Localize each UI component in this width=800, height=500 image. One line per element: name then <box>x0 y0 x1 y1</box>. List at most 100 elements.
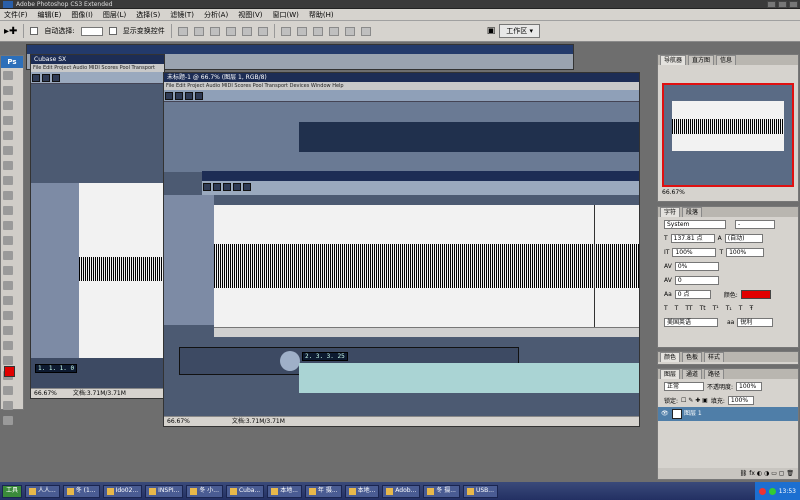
distribute-left-icon[interactable] <box>328 26 339 36</box>
doc-back-zoom[interactable]: 66.67% <box>34 390 57 397</box>
kerning-field[interactable]: 0 <box>674 275 719 285</box>
vscale-field[interactable]: 100% <box>672 247 717 257</box>
type-tool-icon[interactable] <box>3 296 13 305</box>
adjust-icon[interactable]: ◑ <box>764 470 769 477</box>
navigator-zoom[interactable]: 66.67% <box>658 187 798 198</box>
strikethrough-icon[interactable]: Ŧ <box>749 305 753 312</box>
faux-bold-icon[interactable]: T <box>664 305 668 312</box>
menu-help[interactable]: 帮助(H) <box>309 10 334 20</box>
path-select-icon[interactable] <box>3 311 13 320</box>
blend-mode-select[interactable]: 正常 <box>664 381 704 391</box>
taskbar-item[interactable]: 冬 (1... <box>62 484 100 498</box>
zoom-tool-icon[interactable] <box>3 386 13 395</box>
jog-wheel[interactable] <box>280 351 300 371</box>
menu-image[interactable]: 图像(I) <box>71 10 93 20</box>
taskbar-item[interactable]: USB... <box>462 484 498 498</box>
healing-brush-icon[interactable] <box>3 161 13 170</box>
trash-icon[interactable]: 🗑 <box>786 470 794 477</box>
new-layer-icon[interactable]: ▢ <box>779 470 785 477</box>
3d-orbit-icon[interactable] <box>3 416 13 425</box>
font-size-field[interactable]: 137.81 点 <box>670 233 715 243</box>
slice-tool-icon[interactable] <box>3 146 13 155</box>
menu-filter[interactable]: 滤镜(T) <box>170 10 194 20</box>
tray-icon[interactable] <box>758 487 766 495</box>
antialias-select[interactable]: 锐利 <box>737 317 774 327</box>
baseline-field[interactable]: 0 点 <box>674 289 711 299</box>
taskbar-item[interactable]: Adob... <box>382 484 421 498</box>
distribute-middle-icon[interactable] <box>296 26 307 36</box>
tool-btn-icon[interactable] <box>42 74 50 82</box>
font-style-select[interactable]: - <box>735 219 775 229</box>
taskbar-item[interactable]: 本地... <box>267 484 302 498</box>
move-tool-icon[interactable] <box>3 71 13 80</box>
fx-icon[interactable]: fx <box>749 470 755 477</box>
doc-window-back[interactable]: Cubase SX File Edit Project Audio MIDI S… <box>30 54 165 399</box>
menu-window[interactable]: 窗口(W) <box>272 10 298 20</box>
tool-btn-icon[interactable] <box>175 92 183 100</box>
distribute-bottom-icon[interactable] <box>312 26 323 36</box>
tool-btn-icon[interactable] <box>223 183 231 191</box>
marquee-tool-icon[interactable] <box>3 86 13 95</box>
tab-character[interactable]: 字符 <box>660 207 681 217</box>
brush-tool-icon[interactable] <box>3 176 13 185</box>
taskbar-item[interactable]: Ido02... <box>102 484 143 498</box>
align-center-icon[interactable] <box>241 26 252 36</box>
distribute-top-icon[interactable] <box>280 26 291 36</box>
tab-info[interactable]: 信息 <box>716 55 737 65</box>
menu-file[interactable]: 文件(F) <box>4 10 28 20</box>
doc-window-front[interactable]: 未标题-1 @ 66.7% (图层 1, RGB/8) File Edit Pr… <box>163 72 640 427</box>
taskbar-item[interactable]: 本地... <box>344 484 380 498</box>
hscale-field[interactable]: 100% <box>726 247 765 257</box>
close-button[interactable] <box>789 1 798 8</box>
font-family-select[interactable]: System <box>664 219 726 229</box>
faux-italic-icon[interactable]: T <box>675 305 679 312</box>
clone-stamp-icon[interactable] <box>3 191 13 200</box>
workspace-button[interactable]: 工作区 ▾ <box>499 24 540 38</box>
taskbar-item[interactable]: 年 摄... <box>304 484 342 498</box>
dodge-tool-icon[interactable] <box>3 266 13 275</box>
move-tool-icon[interactable]: ▸✚ <box>4 26 17 37</box>
pen-tool-icon[interactable] <box>3 281 13 290</box>
lasso-tool-icon[interactable] <box>3 101 13 110</box>
menu-layer[interactable]: 图层(L) <box>103 10 126 20</box>
distribute-right-icon[interactable] <box>360 26 371 36</box>
opacity-field[interactable]: 100% <box>736 381 763 391</box>
gradient-tool-icon[interactable] <box>3 236 13 245</box>
foreground-color-swatch[interactable] <box>4 366 15 377</box>
taskbar-item[interactable]: 冬 小... <box>186 484 223 498</box>
taskbar-item[interactable]: INSPI... <box>145 484 184 498</box>
shape-tool-icon[interactable] <box>3 326 13 335</box>
language-select[interactable]: 美国英语 <box>664 317 718 327</box>
tab-swatches[interactable]: 色板 <box>682 352 703 362</box>
menu-edit[interactable]: 编辑(E) <box>38 10 62 20</box>
taskbar-item[interactable]: Cuba... <box>225 484 265 498</box>
tool-btn-icon[interactable] <box>203 183 211 191</box>
lock-icons[interactable]: ☐ ✎ ✚ ▣ <box>681 397 708 404</box>
menu-view[interactable]: 视图(V) <box>238 10 262 20</box>
magic-wand-icon[interactable] <box>3 116 13 125</box>
all-caps-icon[interactable]: TT <box>685 305 692 312</box>
minimize-button[interactable] <box>767 1 776 8</box>
doc-front-zoom[interactable]: 66.67% <box>167 418 190 425</box>
tab-styles[interactable]: 样式 <box>704 352 725 362</box>
taskbar-item[interactable]: 冬 摄... <box>423 484 460 498</box>
3d-rotate-icon[interactable] <box>3 401 13 410</box>
leading-field[interactable]: (自动) <box>724 233 763 243</box>
superscript-icon[interactable]: T¹ <box>713 305 719 312</box>
tool-btn-icon[interactable] <box>32 74 40 82</box>
auto-select-dropdown[interactable] <box>80 26 103 36</box>
menu-analysis[interactable]: 分析(A) <box>204 10 228 20</box>
tray-icon[interactable] <box>768 487 776 495</box>
navigator-preview[interactable] <box>662 83 794 187</box>
align-top-icon[interactable] <box>177 26 188 36</box>
notes-tool-icon[interactable] <box>3 341 13 350</box>
tab-navigator[interactable]: 导航器 <box>660 55 687 65</box>
history-brush-icon[interactable] <box>3 206 13 215</box>
align-bottom-icon[interactable] <box>209 26 220 36</box>
distribute-center-icon[interactable] <box>344 26 355 36</box>
underline-icon[interactable]: T <box>739 305 743 312</box>
menu-select[interactable]: 选择(S) <box>136 10 160 20</box>
tab-paragraph[interactable]: 段落 <box>682 207 703 217</box>
folder-icon[interactable]: ▭ <box>771 470 777 477</box>
bridge-icon[interactable]: ▣ <box>487 26 496 36</box>
